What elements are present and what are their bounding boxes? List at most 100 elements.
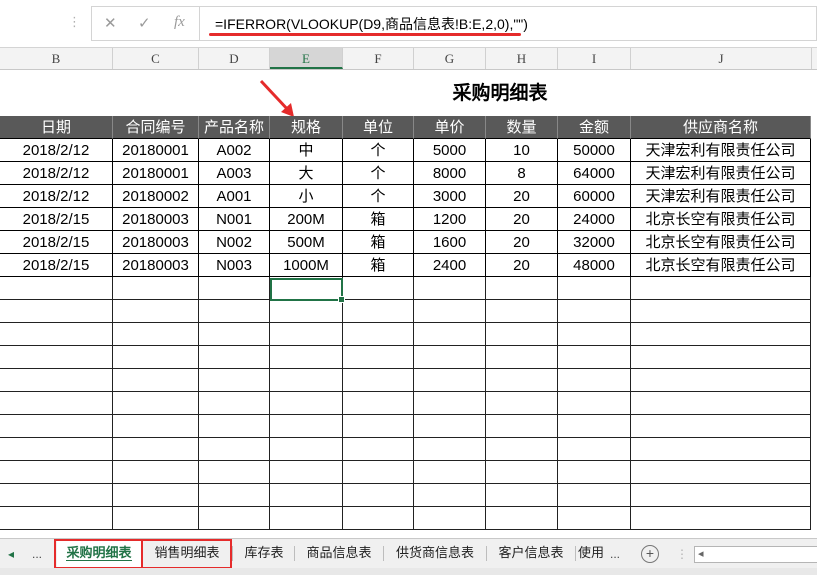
column-header-f[interactable]: F [343, 48, 414, 69]
empty-cell[interactable] [113, 277, 199, 300]
table-header-cell[interactable]: 单位 [343, 116, 414, 139]
empty-cell[interactable] [199, 461, 270, 484]
column-header-h[interactable]: H [486, 48, 558, 69]
empty-cell[interactable] [558, 346, 631, 369]
table-header-cell[interactable]: 单价 [414, 116, 486, 139]
empty-cell[interactable] [343, 277, 414, 300]
table-header-cell[interactable]: 产品名称 [199, 116, 270, 139]
table-cell[interactable]: 2018/2/12 [0, 139, 113, 162]
table-cell[interactable]: 个 [343, 162, 414, 185]
empty-cell[interactable] [631, 507, 811, 530]
empty-cell[interactable] [414, 323, 486, 346]
x-icon[interactable]: ✕ [104, 14, 117, 32]
empty-cell[interactable] [558, 277, 631, 300]
empty-cell[interactable] [0, 346, 113, 369]
table-cell[interactable]: 20 [486, 185, 558, 208]
table-cell[interactable]: 2018/2/15 [0, 231, 113, 254]
table-cell[interactable]: 20 [486, 208, 558, 231]
empty-cell[interactable] [414, 438, 486, 461]
empty-cell[interactable] [486, 346, 558, 369]
name-box-splitter[interactable]: ⋮ [68, 14, 81, 30]
empty-cell[interactable] [343, 507, 414, 530]
table-cell[interactable]: 20180001 [113, 162, 199, 185]
table-cell[interactable]: 箱 [343, 231, 414, 254]
empty-cell[interactable] [558, 369, 631, 392]
empty-cell[interactable] [199, 438, 270, 461]
empty-cell[interactable] [486, 415, 558, 438]
empty-cell[interactable] [631, 461, 811, 484]
table-cell[interactable]: 60000 [558, 185, 631, 208]
empty-cell[interactable] [486, 300, 558, 323]
empty-cell[interactable] [343, 484, 414, 507]
empty-cell[interactable] [0, 369, 113, 392]
empty-cell[interactable] [631, 392, 811, 415]
empty-cell[interactable] [343, 369, 414, 392]
empty-cell[interactable] [270, 415, 343, 438]
empty-cell[interactable] [631, 484, 811, 507]
empty-cell[interactable] [414, 415, 486, 438]
table-cell[interactable]: 200M [270, 208, 343, 231]
table-cell[interactable]: A002 [199, 139, 270, 162]
empty-cell[interactable] [631, 369, 811, 392]
empty-cell[interactable] [631, 300, 811, 323]
table-cell[interactable]: A001 [199, 185, 270, 208]
empty-cell[interactable] [558, 438, 631, 461]
empty-cell[interactable] [343, 438, 414, 461]
empty-cell[interactable] [558, 507, 631, 530]
table-cell[interactable]: N003 [199, 254, 270, 277]
empty-cell[interactable] [113, 484, 199, 507]
empty-cell[interactable] [270, 461, 343, 484]
empty-cell[interactable] [414, 300, 486, 323]
empty-cell[interactable] [199, 277, 270, 300]
empty-cell[interactable] [113, 392, 199, 415]
table-header-cell[interactable]: 规格 [270, 116, 343, 139]
table-cell[interactable]: 3000 [414, 185, 486, 208]
table-cell[interactable]: 箱 [343, 208, 414, 231]
empty-cell[interactable] [0, 300, 113, 323]
empty-cell[interactable] [343, 461, 414, 484]
table-cell[interactable]: 10 [486, 139, 558, 162]
empty-cell[interactable] [558, 415, 631, 438]
empty-cell[interactable] [270, 323, 343, 346]
empty-cell[interactable] [113, 323, 199, 346]
table-cell[interactable]: 20180003 [113, 254, 199, 277]
tab-customer-info[interactable]: 客户信息表 [488, 539, 574, 567]
empty-cell[interactable] [558, 392, 631, 415]
table-header-cell[interactable]: 供应商名称 [631, 116, 811, 139]
table-cell[interactable]: 20 [486, 231, 558, 254]
table-cell[interactable]: 天津宏利有限责任公司 [631, 162, 811, 185]
empty-cell[interactable] [414, 369, 486, 392]
table-header-cell[interactable]: 数量 [486, 116, 558, 139]
empty-cell[interactable] [558, 300, 631, 323]
empty-cell[interactable] [414, 507, 486, 530]
empty-cell[interactable] [113, 461, 199, 484]
empty-cell[interactable] [486, 323, 558, 346]
table-cell[interactable]: 1600 [414, 231, 486, 254]
table-cell[interactable]: 8000 [414, 162, 486, 185]
scroll-left-icon[interactable]: ◂ [698, 547, 704, 560]
table-cell[interactable]: 1000M [270, 254, 343, 277]
empty-cell[interactable] [199, 507, 270, 530]
empty-cell[interactable] [199, 346, 270, 369]
empty-cell[interactable] [414, 346, 486, 369]
table-cell[interactable]: 20180001 [113, 139, 199, 162]
table-cell[interactable]: 箱 [343, 254, 414, 277]
table-cell[interactable]: A003 [199, 162, 270, 185]
empty-cell[interactable] [558, 484, 631, 507]
empty-cell[interactable] [486, 484, 558, 507]
empty-cell[interactable] [199, 369, 270, 392]
empty-cell[interactable] [0, 461, 113, 484]
tab-product-info[interactable]: 商品信息表 [296, 539, 382, 567]
empty-cell[interactable] [270, 507, 343, 530]
table-cell[interactable]: 个 [343, 139, 414, 162]
table-cell[interactable]: 500M [270, 231, 343, 254]
empty-cell[interactable] [343, 415, 414, 438]
column-header-e[interactable]: E [270, 48, 343, 69]
empty-cell[interactable] [343, 323, 414, 346]
table-cell[interactable]: 2400 [414, 254, 486, 277]
horizontal-scrollbar[interactable]: ◂ [694, 546, 817, 563]
table-header-cell[interactable]: 金额 [558, 116, 631, 139]
empty-cell[interactable] [113, 507, 199, 530]
table-cell[interactable]: 北京长空有限责任公司 [631, 254, 811, 277]
tab-inventory[interactable]: 库存表 [234, 539, 294, 567]
